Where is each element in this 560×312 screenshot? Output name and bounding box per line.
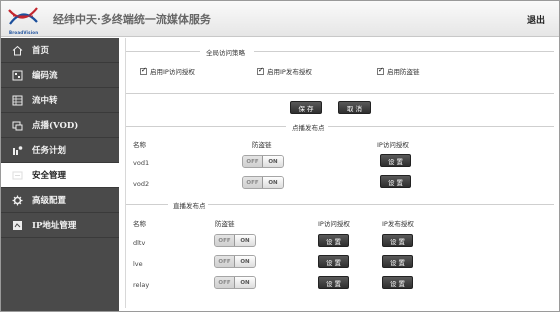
- col-name: 名称: [133, 220, 146, 228]
- checkbox-box[interactable]: [257, 66, 264, 75]
- divider: [126, 51, 200, 52]
- divider: [328, 126, 554, 127]
- sidebar-item-label: 安全管理: [32, 171, 67, 181]
- col-name: 名称: [133, 141, 146, 149]
- vod-row-name: vod2: [133, 180, 150, 188]
- col-anti-leech: 防盗链: [252, 141, 272, 149]
- divider: [126, 93, 554, 94]
- sidebar-item-label: 首页: [32, 46, 50, 56]
- col-anti-leech: 防盗链: [215, 220, 235, 228]
- live-ip-publish-settings-button[interactable]: 设 置: [382, 276, 413, 289]
- sidebar-item-advanced[interactable]: 高级配置: [1, 188, 119, 213]
- header-bar: BroadVision 经纬中天·多终端统一流媒体服务 退出: [1, 1, 559, 37]
- sidebar-item-label: 点播(VOD): [32, 121, 79, 131]
- toggle-off: OFF: [215, 235, 236, 246]
- app-window: BroadVision 经纬中天·多终端统一流媒体服务 退出 首页 编码流 流中…: [0, 0, 560, 312]
- save-button[interactable]: 保 存: [290, 101, 322, 114]
- home-icon: [11, 44, 23, 56]
- checkbox-label: 启用IP访问授权: [150, 68, 195, 76]
- checkbox-box[interactable]: [140, 66, 147, 75]
- live-row-name: relay: [133, 281, 150, 289]
- anti-leech-toggle[interactable]: OFF ON: [214, 234, 256, 247]
- vod-icon: [11, 119, 23, 131]
- toggle-off: OFF: [243, 177, 264, 188]
- global-policy-title: 全局访问策略: [206, 49, 245, 57]
- toggle-off: OFF: [215, 277, 236, 288]
- anti-leech-toggle[interactable]: OFF ON: [242, 176, 284, 189]
- live-row-name: lve: [133, 260, 143, 268]
- security-panel: 全局访问策略 启用IP访问授权 启用IP发布授权 启用防盗链 保 存 取 消 点…: [125, 38, 555, 308]
- col-ip-access-auth: IP访问授权: [377, 141, 409, 149]
- live-points-title: 直播发布点: [173, 202, 206, 210]
- sidebar-item-encode-stream[interactable]: 编码流: [1, 63, 119, 88]
- app-title: 经纬中天·多终端统一流媒体服务: [53, 13, 211, 26]
- main-content: 全局访问策略 启用IP访问授权 启用IP发布授权 启用防盗链 保 存 取 消 点…: [119, 38, 559, 311]
- toggle-on: ON: [235, 256, 255, 267]
- checkbox-label: 启用IP发布授权: [267, 68, 312, 76]
- toggle-on: ON: [235, 277, 255, 288]
- divider: [126, 126, 286, 127]
- toggle-on: ON: [263, 156, 283, 167]
- ip-access-auth-checkbox[interactable]: 启用IP访问授权: [140, 66, 195, 76]
- vod-points-title: 点播发布点: [292, 124, 325, 132]
- live-ip-access-settings-button[interactable]: 设 置: [318, 255, 349, 268]
- relay-icon: [11, 94, 23, 106]
- sidebar-item-security[interactable]: 安全管理: [1, 163, 119, 188]
- gear-icon: [11, 194, 23, 206]
- sidebar: 首页 编码流 流中转 点播(VOD) 任务计划 安全管理 高级配置 IP地址管理: [1, 38, 119, 311]
- toggle-on: ON: [263, 177, 283, 188]
- vod-ip-access-settings-button[interactable]: 设 置: [380, 154, 411, 167]
- logout-link[interactable]: 退出: [527, 13, 545, 26]
- sidebar-item-label: 任务计划: [32, 146, 67, 156]
- schedule-icon: [11, 144, 23, 156]
- sidebar-item-schedule[interactable]: 任务计划: [1, 138, 119, 163]
- divider: [126, 204, 168, 205]
- sidebar-item-vod[interactable]: 点播(VOD): [1, 113, 119, 138]
- sidebar-item-label: 高级配置: [32, 196, 67, 206]
- sidebar-item-home[interactable]: 首页: [1, 38, 119, 63]
- toggle-off: OFF: [215, 256, 236, 267]
- sidebar-item-ip-management[interactable]: IP地址管理: [1, 213, 119, 238]
- live-ip-access-settings-button[interactable]: 设 置: [318, 234, 349, 247]
- live-row-name: dltv: [133, 239, 146, 247]
- divider: [254, 51, 554, 52]
- broadvision-logo: BroadVision: [7, 4, 39, 35]
- cancel-button[interactable]: 取 消: [338, 101, 371, 114]
- security-icon: [11, 169, 23, 181]
- logo-text: BroadVision: [9, 30, 39, 35]
- vod-row-name: vod1: [133, 159, 150, 167]
- sidebar-item-label: IP地址管理: [32, 221, 77, 231]
- toggle-on: ON: [235, 235, 255, 246]
- live-ip-publish-settings-button[interactable]: 设 置: [382, 234, 413, 247]
- checkbox-box[interactable]: [377, 66, 384, 75]
- sidebar-item-label: 流中转: [32, 96, 58, 106]
- anti-leech-toggle[interactable]: OFF ON: [242, 155, 284, 168]
- anti-leech-toggle[interactable]: OFF ON: [214, 276, 256, 289]
- col-ip-publish-auth: IP发布授权: [382, 220, 414, 228]
- anti-leech-toggle[interactable]: OFF ON: [214, 255, 256, 268]
- col-ip-access-auth: IP访问授权: [318, 220, 350, 228]
- sidebar-item-relay[interactable]: 流中转: [1, 88, 119, 113]
- sidebar-item-label: 编码流: [32, 71, 58, 81]
- ip-icon: [11, 219, 23, 231]
- checkbox-label: 启用防盗链: [387, 68, 420, 76]
- anti-leech-checkbox[interactable]: 启用防盗链: [377, 66, 420, 76]
- divider: [208, 204, 554, 205]
- toggle-off: OFF: [243, 156, 264, 167]
- live-ip-publish-settings-button[interactable]: 设 置: [382, 255, 413, 268]
- ip-publish-auth-checkbox[interactable]: 启用IP发布授权: [257, 66, 312, 76]
- vod-ip-access-settings-button[interactable]: 设 置: [380, 175, 411, 188]
- live-ip-access-settings-button[interactable]: 设 置: [318, 276, 349, 289]
- stream-icon: [11, 69, 23, 81]
